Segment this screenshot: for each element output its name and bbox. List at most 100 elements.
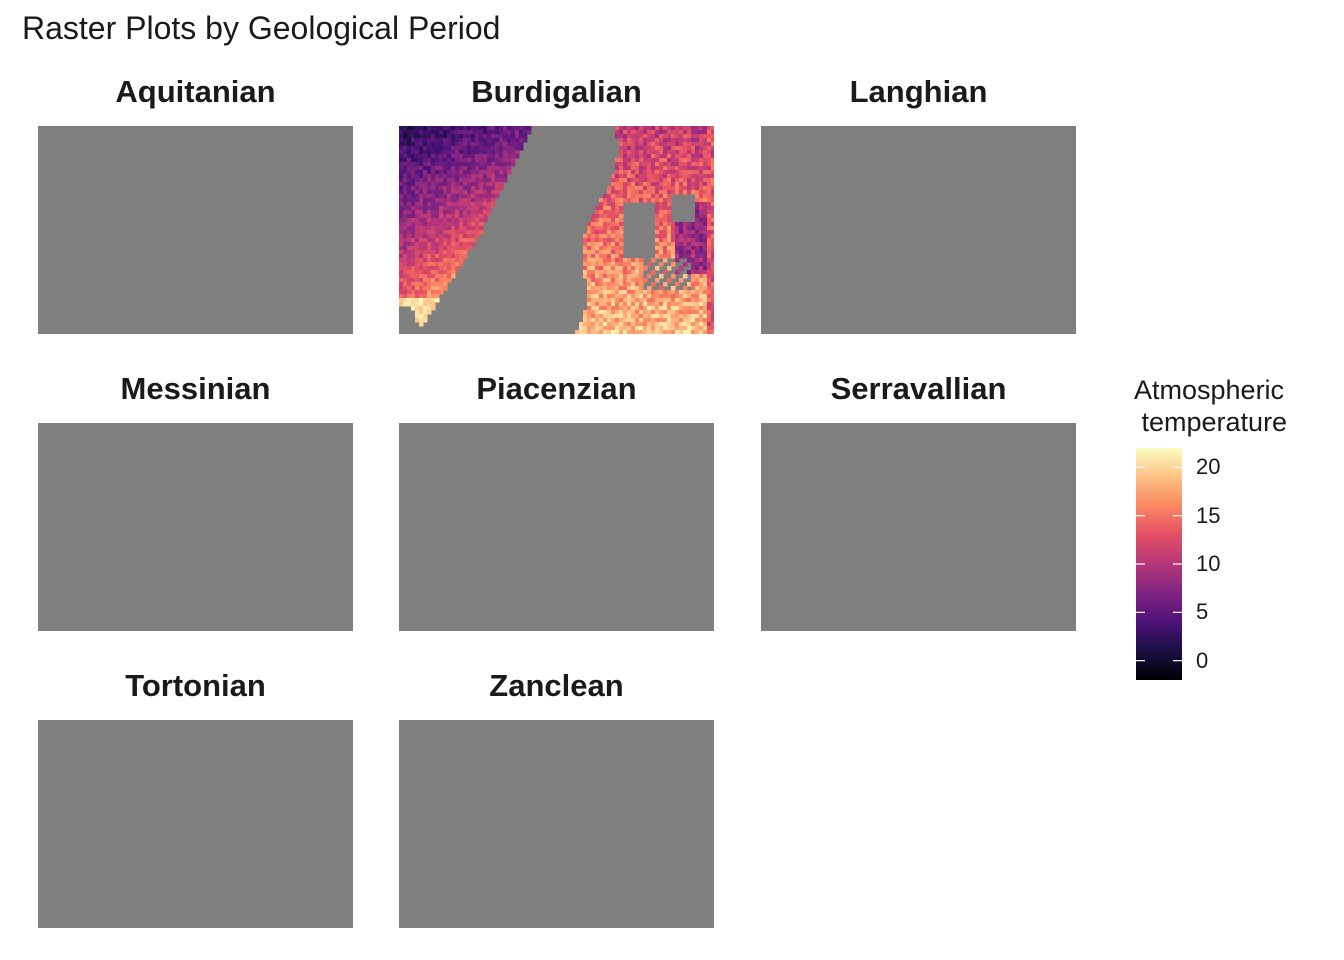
raster-cell <box>523 134 528 139</box>
raster-cell <box>487 194 492 199</box>
raster-cell <box>459 234 464 239</box>
raster-cell <box>671 162 676 167</box>
raster-panel-aquitanian <box>38 126 353 334</box>
raster-cell <box>419 242 424 247</box>
raster-cell <box>431 266 436 271</box>
raster-cell <box>627 198 632 203</box>
raster-cell <box>435 254 440 259</box>
raster-cell <box>427 134 432 139</box>
raster-cell <box>635 178 640 183</box>
raster-cell <box>699 242 704 247</box>
raster-cell <box>619 330 624 334</box>
raster-cell <box>611 218 616 223</box>
raster-cell <box>459 182 464 187</box>
raster-cell <box>435 134 440 139</box>
raster-cell <box>603 234 608 239</box>
raster-cell <box>655 158 660 163</box>
raster-cell <box>699 154 704 159</box>
raster-cell <box>475 146 480 151</box>
raster-cell <box>487 186 492 191</box>
raster-cell <box>487 210 492 215</box>
raster-cell <box>591 234 596 239</box>
raster-cell <box>707 254 712 259</box>
raster-cell <box>399 146 404 151</box>
raster-cell <box>415 258 420 263</box>
raster-cell <box>403 294 408 299</box>
raster-cell <box>407 274 412 279</box>
raster-cell <box>399 158 404 163</box>
raster-cell <box>703 286 708 291</box>
raster-cell <box>667 166 672 171</box>
raster-cell <box>599 310 604 315</box>
raster-cell <box>627 162 632 167</box>
raster-cell <box>463 202 468 207</box>
raster-cell <box>443 218 448 223</box>
raster-cell <box>619 306 624 311</box>
raster-cell <box>591 258 596 263</box>
raster-cell <box>691 314 696 319</box>
raster-cell <box>611 214 616 219</box>
raster-cell <box>667 170 672 175</box>
raster-cell <box>707 210 712 215</box>
raster-cell <box>615 266 620 271</box>
raster-cell <box>659 158 664 163</box>
raster-cell <box>427 202 432 207</box>
raster-cell <box>711 214 714 219</box>
raster-cell <box>627 130 632 135</box>
raster-cell <box>679 138 684 143</box>
panel-title-messinian: Messinian <box>120 371 271 406</box>
raster-cell <box>695 138 700 143</box>
raster-cell <box>635 182 640 187</box>
raster-cell <box>659 326 664 331</box>
raster-cell <box>667 218 672 223</box>
raster-cell <box>487 206 492 211</box>
raster-cell <box>691 266 696 271</box>
raster-cell <box>411 298 416 303</box>
raster-cell <box>603 322 608 327</box>
raster-cell <box>403 230 408 235</box>
raster-cell <box>615 310 620 315</box>
raster-cell <box>487 202 492 207</box>
raster-cell <box>663 218 668 223</box>
raster-cell <box>611 206 616 211</box>
raster-cell <box>427 246 432 251</box>
raster-cell <box>687 170 692 175</box>
raster-cell <box>675 158 680 163</box>
raster-cell <box>439 154 444 159</box>
raster-cell <box>471 202 476 207</box>
raster-cell <box>643 326 648 331</box>
raster-cell <box>451 250 456 255</box>
raster-cell <box>607 322 612 327</box>
raster-cell <box>419 218 424 223</box>
raster-cell <box>459 206 464 211</box>
raster-cell <box>603 270 608 275</box>
raster-cell <box>399 174 404 179</box>
raster-cell <box>475 226 480 231</box>
raster-cell <box>611 322 616 327</box>
raster-cell <box>699 218 704 223</box>
raster-cell <box>679 330 684 334</box>
raster-cell <box>635 166 640 171</box>
raster-cell <box>463 222 468 227</box>
raster-cell <box>595 246 600 251</box>
raster-cell <box>687 178 692 183</box>
raster-cell <box>487 198 492 203</box>
raster-cell <box>659 182 664 187</box>
raster-cell <box>451 274 456 279</box>
raster-cell <box>627 170 632 175</box>
raster-cell <box>679 162 684 167</box>
raster-cell <box>439 246 444 251</box>
raster-cell <box>399 250 404 255</box>
raster-cell <box>431 258 436 263</box>
raster-cell <box>663 270 668 275</box>
raster-cell <box>675 330 680 334</box>
raster-cell <box>479 178 484 183</box>
raster-cell <box>475 202 480 207</box>
raster-cell <box>599 226 604 231</box>
raster-cell <box>419 166 424 171</box>
raster-cell <box>587 242 592 247</box>
raster-cell <box>619 246 624 251</box>
raster-cell <box>471 218 476 223</box>
raster-cell <box>423 130 428 135</box>
raster-cell <box>439 234 444 239</box>
